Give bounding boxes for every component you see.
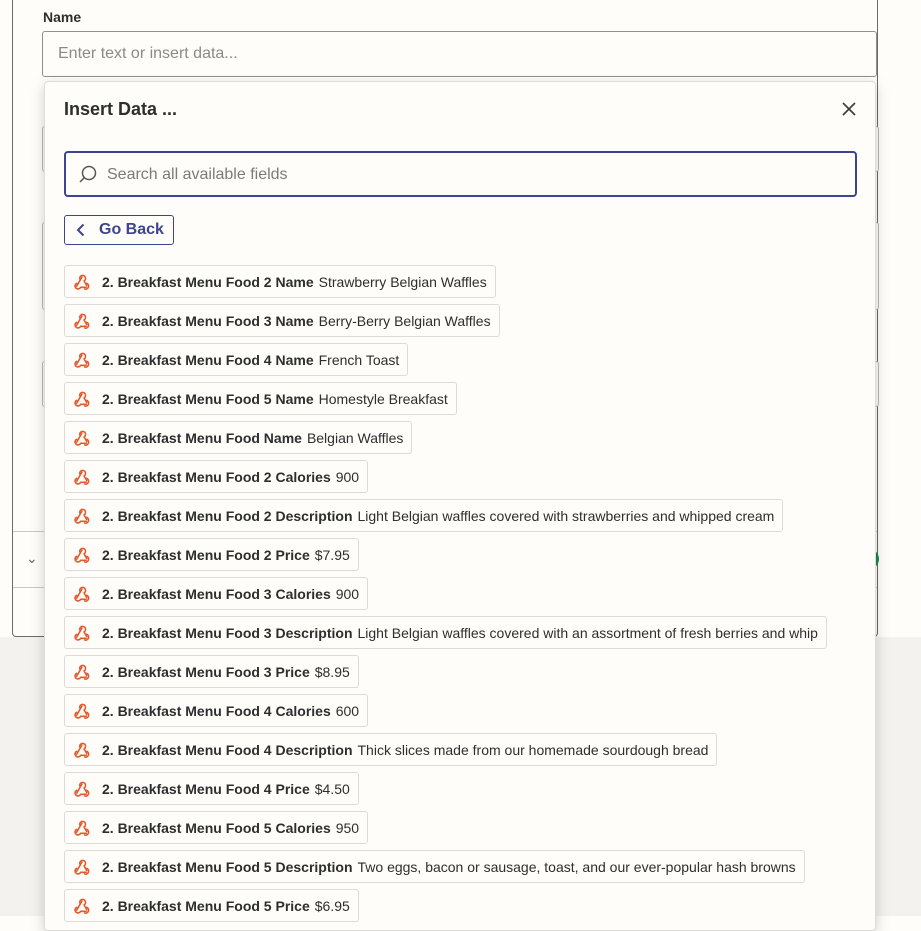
field-key: 2. Breakfast Menu Food 3 Price — [102, 663, 310, 680]
go-back-label: Go Back — [99, 221, 164, 238]
list-item[interactable]: 2. Breakfast Menu Food 5 Name Homestyle B… — [64, 382, 457, 415]
chevron-left-icon — [76, 223, 85, 237]
field-value: Belgian Waffles — [306, 429, 404, 446]
field-value: 600 — [335, 702, 360, 719]
field-key: 2. Breakfast Menu Food 4 Name — [102, 351, 314, 368]
field-key: 2. Breakfast Menu Food 3 Description — [102, 624, 353, 641]
field-value: 950 — [335, 819, 360, 836]
field-key: 2. Breakfast Menu Food 2 Price — [102, 546, 310, 563]
list-item[interactable]: 2. Breakfast Menu Food 2 Name Strawberry … — [64, 265, 496, 298]
webhook-icon — [71, 739, 93, 761]
list-item[interactable]: 2. Breakfast Menu Food 4 Calories 600 — [64, 694, 369, 727]
field-key: 2. Breakfast Menu Food 3 Name — [102, 312, 314, 329]
webhook-icon — [71, 856, 93, 878]
webhook-icon — [71, 466, 93, 488]
name-field-label: Name — [43, 9, 82, 25]
field-value: Strawberry Belgian Waffles — [318, 273, 487, 290]
field-value: Light Belgian waffles covered with straw… — [357, 507, 775, 524]
list-item[interactable]: 2. Breakfast Menu Food 5 Price $6.95 — [64, 889, 359, 922]
list-item[interactable]: 2. Breakfast Menu Food 5 Description Two … — [64, 850, 805, 883]
close-icon[interactable] — [840, 100, 858, 118]
insert-data-dialog: Insert Data ... Go Back 2. Breakfast Men… — [44, 81, 876, 931]
field-value: Two eggs, bacon or sausage, toast, and o… — [357, 858, 796, 875]
field-key: 2. Breakfast Menu Food Name — [102, 429, 302, 446]
list-item[interactable]: 2. Breakfast Menu Food 4 Description Thic… — [64, 733, 718, 766]
webhook-icon — [71, 505, 93, 527]
list-item[interactable]: 2. Breakfast Menu Food 3 Name Berry-Berry… — [64, 304, 500, 337]
field-value: Berry-Berry Belgian Waffles — [318, 312, 491, 329]
list-item[interactable]: 2. Breakfast Menu Food 4 Price $4.50 — [64, 772, 359, 805]
search-input[interactable] — [105, 153, 849, 197]
list-item[interactable]: 2. Breakfast Menu Food Name Belgian Waffl… — [64, 421, 413, 454]
list-item[interactable]: 2. Breakfast Menu Food 2 Calories 900 — [64, 460, 369, 493]
webhook-icon — [71, 661, 93, 683]
webhook-icon — [71, 388, 93, 410]
webhook-icon — [71, 622, 93, 644]
list-item[interactable]: 2. Breakfast Menu Food 3 Price $8.95 — [64, 655, 359, 688]
webhook-icon — [71, 349, 93, 371]
field-key: 2. Breakfast Menu Food 5 Calories — [102, 819, 331, 836]
field-value: $4.50 — [314, 780, 350, 797]
name-input[interactable]: Enter text or insert data... — [42, 31, 877, 77]
list-item[interactable]: 2. Breakfast Menu Food 3 Description Ligh… — [64, 616, 827, 649]
search-icon — [79, 165, 97, 183]
field-key: 2. Breakfast Menu Food 5 Description — [102, 858, 353, 875]
field-key: 2. Breakfast Menu Food 2 Name — [102, 273, 314, 290]
field-key: 2. Breakfast Menu Food 4 Calories — [102, 702, 331, 719]
field-key: 2. Breakfast Menu Food 3 Calories — [102, 585, 331, 602]
search-field[interactable] — [64, 151, 857, 197]
webhook-icon — [71, 778, 93, 800]
list-item[interactable]: 2. Breakfast Menu Food 4 Name French Toas… — [64, 343, 409, 376]
field-value: 900 — [335, 468, 360, 485]
field-value: 900 — [335, 585, 360, 602]
field-key: 2. Breakfast Menu Food 4 Price — [102, 780, 310, 797]
webhook-icon — [71, 700, 93, 722]
field-value: Thick slices made from our homemade sour… — [357, 741, 709, 758]
webhook-icon — [71, 271, 93, 293]
webhook-icon — [71, 310, 93, 332]
webhook-icon — [71, 583, 93, 605]
field-value: Light Belgian waffles covered with an as… — [357, 624, 818, 641]
field-value: $8.95 — [314, 663, 350, 680]
field-key: 2. Breakfast Menu Food 5 Name — [102, 390, 314, 407]
webhook-icon — [71, 817, 93, 839]
field-value: French Toast — [318, 351, 400, 368]
dialog-title: Insert Data ... — [64, 99, 178, 119]
field-key: 2. Breakfast Menu Food 2 Description — [102, 507, 353, 524]
webhook-icon — [71, 427, 93, 449]
webhook-icon — [71, 895, 93, 917]
field-key: 2. Breakfast Menu Food 5 Price — [102, 897, 310, 914]
field-key: 2. Breakfast Menu Food 2 Calories — [102, 468, 331, 485]
field-value: $7.95 — [314, 546, 350, 563]
chevron-down-icon[interactable]: ⌄ — [26, 550, 38, 567]
go-back-button[interactable]: Go Back — [64, 215, 174, 245]
webhook-icon — [71, 544, 93, 566]
field-value: Homestyle Breakfast — [318, 390, 448, 407]
list-item[interactable]: 2. Breakfast Menu Food 3 Calories 900 — [64, 577, 369, 610]
list-item[interactable]: 2. Breakfast Menu Food 2 Description Ligh… — [64, 499, 784, 532]
list-item[interactable]: 2. Breakfast Menu Food 2 Price $7.95 — [64, 538, 359, 571]
list-item[interactable]: 2. Breakfast Menu Food 5 Calories 950 — [64, 811, 369, 844]
field-value: $6.95 — [314, 897, 350, 914]
field-key: 2. Breakfast Menu Food 4 Description — [102, 741, 353, 758]
field-list: 2. Breakfast Menu Food 2 Name Strawberry … — [64, 265, 856, 930]
